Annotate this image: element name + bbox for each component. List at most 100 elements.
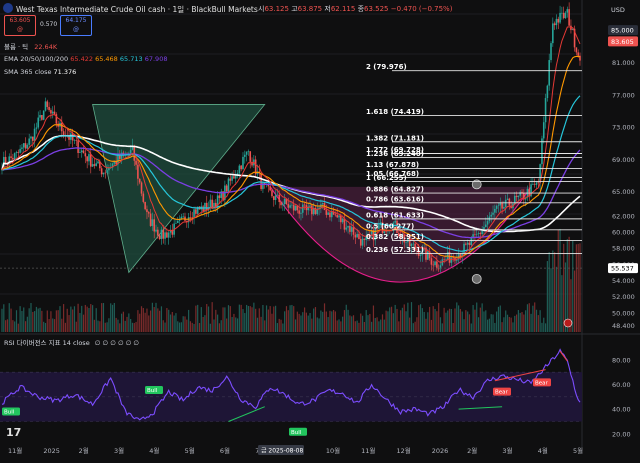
candle-body [238,165,241,174]
candle-body [546,85,549,99]
candle-body [86,156,88,162]
volume-bar [530,313,532,332]
volume-bar [356,320,358,332]
candle-body [542,122,545,139]
candle-body [436,261,438,269]
candle-body [229,178,232,181]
volume-bar [202,316,204,332]
volume-bar [21,310,23,332]
price-chart[interactable]: 2 (79.976) 1.618 (74.419) 1.382 (71.181) 1.… [0,0,640,463]
volume-bar [68,315,70,332]
candle-body [532,184,534,185]
fib-level-label: 1 (66.255) [366,174,407,182]
volume-bar [70,306,72,332]
volume-bar [374,317,376,332]
volume-bar [434,308,436,332]
candle-body [503,206,505,209]
candle-body [519,191,522,196]
candle-body [142,193,145,202]
candle-body [225,185,228,192]
candle-body [325,210,328,215]
fib-level-label: 1.13 (67.878) [366,161,419,169]
price-tick-label: 54.000 [612,277,635,285]
volume-bar [139,313,141,332]
volume-label: 볼륨 · 틱 [4,43,29,51]
candle-body [37,117,40,128]
volume-bar [155,302,157,332]
volume-bar [46,310,48,332]
volume-bar [258,308,260,332]
candle-body [151,219,154,226]
volume-bar [465,310,467,332]
candle-body [294,205,297,211]
candle-body [191,217,194,218]
volume-bar [284,311,286,332]
sma-label: SMA 365 close [4,68,52,76]
volume-bar [269,306,271,332]
volume-bar [517,310,519,332]
volume-bar [546,261,548,332]
time-tick-label: 10월 [326,446,340,455]
volume-bar [50,311,52,332]
candle-body [22,143,25,148]
volume-bar [508,317,510,332]
candle-body [50,110,52,114]
price-tick-label: 65.000 [612,188,635,196]
open-value: 63.125 [264,5,289,13]
candle-body [262,182,264,190]
volume-bar [115,317,117,332]
volume-bar [148,315,150,332]
fib-level-label: 1.618 (74.419) [366,108,424,116]
volume-bar [178,322,181,332]
symbol-title[interactable]: West Texas Intermediate Crude Oil cash ·… [16,4,258,15]
candle-body [501,202,503,209]
volume-bar [226,318,228,332]
volume-bar [548,252,550,332]
candle-body [577,52,579,56]
volume-bar [467,311,469,332]
volume-bar [218,323,221,332]
currency-label[interactable]: USD [611,6,625,14]
candle-body [13,153,16,160]
volume-bar [515,314,518,332]
volume-bar [48,319,50,332]
volume-bar [302,312,304,332]
candle-body [553,23,556,26]
volume-bar [86,306,88,332]
buy-button[interactable]: 64.175 @ [60,15,92,36]
volume-bar [300,315,302,332]
time-tick-label: 12월 [396,446,410,455]
volume-bar [274,305,277,332]
volume-bar [17,323,19,332]
volume-bar [298,313,300,332]
candle-body [247,151,250,152]
volume-bar [207,306,210,332]
candle-body [102,172,105,175]
candle-body [35,127,38,129]
volume-bar [468,314,471,332]
sell-button[interactable]: 63.605 @ [4,15,36,36]
volume-bar [102,302,105,332]
volume-bar [360,313,362,332]
volume-bar [505,310,507,332]
volume-bar [195,305,197,332]
candle-body [17,152,20,153]
candle-body [82,150,85,154]
candle-body [100,168,103,175]
volume-bar [164,322,166,332]
volume-bar [289,305,291,332]
candle-body [568,9,570,26]
volume-bar [405,311,407,332]
volume-bar [79,312,81,332]
volume-bar [82,314,85,332]
volume-bar [400,310,402,332]
candle-body [291,204,293,206]
volume-bar [91,305,94,332]
volume-bar [211,302,213,332]
candle-body [44,101,47,111]
volume-bar [95,308,97,332]
volume-bar [387,311,389,332]
volume-bar [111,304,114,332]
volume-bar [162,320,164,332]
rsi-signal-label: Bull [4,410,15,416]
